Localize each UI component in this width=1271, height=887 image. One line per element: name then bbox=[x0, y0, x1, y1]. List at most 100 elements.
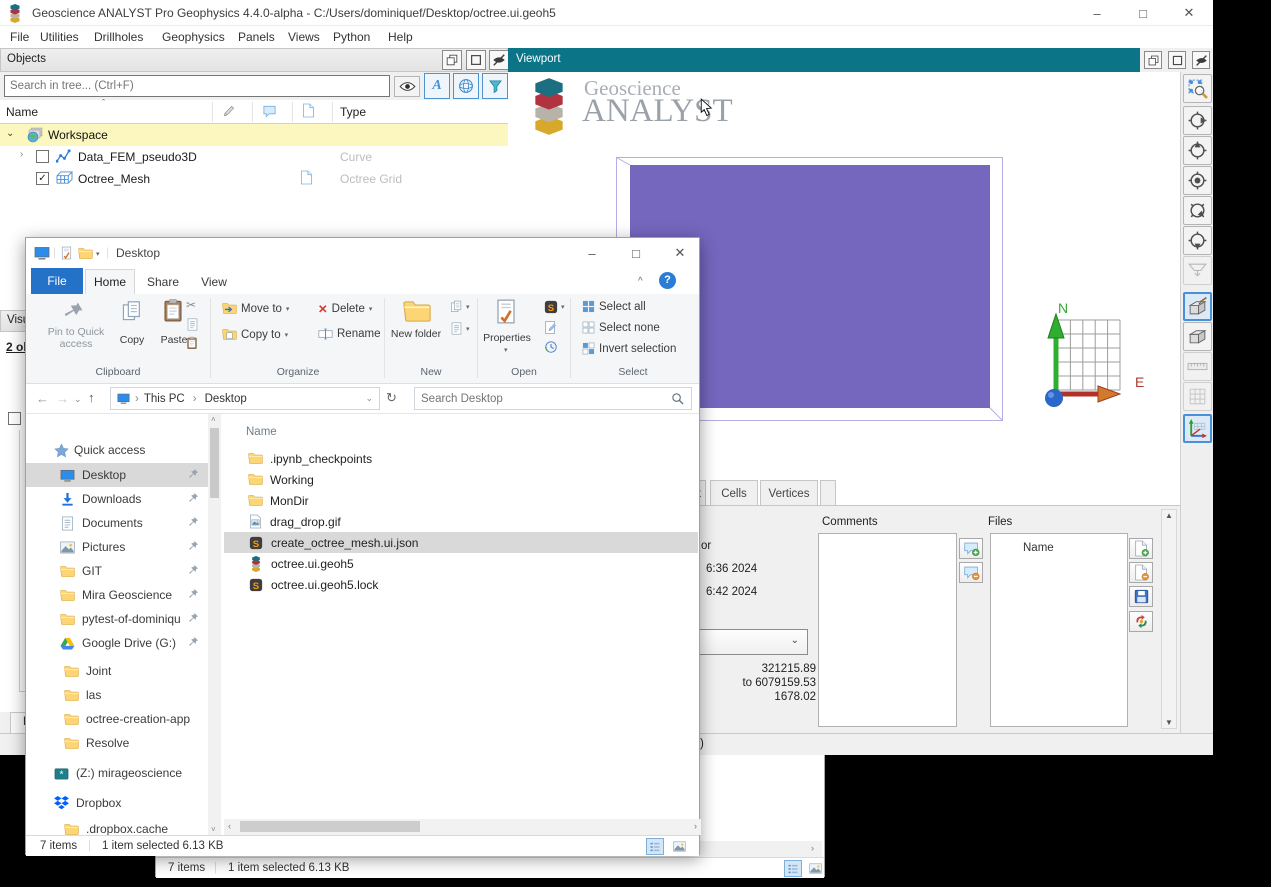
filter-button[interactable] bbox=[482, 73, 508, 99]
report-file-icon[interactable] bbox=[300, 170, 313, 185]
view-rotate-cw-button[interactable] bbox=[1183, 196, 1212, 225]
orthographic-view-button[interactable] bbox=[1183, 322, 1212, 351]
annotation-filter-button[interactable]: A bbox=[424, 73, 450, 99]
scroll-up-icon[interactable]: ▲ bbox=[1165, 511, 1173, 520]
remove-comment-button[interactable] bbox=[959, 562, 983, 583]
select-none-button[interactable]: Select none bbox=[582, 321, 660, 334]
remove-file-button[interactable] bbox=[1129, 562, 1153, 583]
app-close-button[interactable]: ✕ bbox=[1170, 0, 1208, 26]
slice-tool-button[interactable] bbox=[1183, 256, 1212, 285]
tree-item-label[interactable]: Data_FEM_pseudo3D bbox=[78, 150, 197, 164]
file-row-create-octree-mesh-selected[interactable]: create_octree_mesh.ui.json bbox=[224, 532, 698, 553]
sidebar-item-pictures[interactable]: Pictures bbox=[26, 535, 208, 559]
tree-column-header[interactable]: Name ˆ Type bbox=[0, 100, 508, 124]
new-folder-button[interactable]: New folder bbox=[388, 328, 444, 340]
comments-box[interactable] bbox=[818, 533, 957, 727]
file-row-octree-ui-geoh5-lock[interactable]: octree.ui.geoh5.lock bbox=[224, 574, 698, 595]
view-south-button[interactable] bbox=[1183, 226, 1212, 255]
dropdown-icon[interactable]: ▾ bbox=[466, 303, 470, 311]
visibility-toggle-button[interactable] bbox=[394, 76, 420, 97]
app-titlebar[interactable]: Geoscience ANALYST Pro Geophysics 4.4.0-… bbox=[0, 0, 1213, 26]
menu-views[interactable]: Views bbox=[288, 30, 320, 44]
quick-access-folder-icon[interactable] bbox=[78, 247, 93, 260]
scroll-right-icon[interactable]: › bbox=[811, 843, 814, 853]
sidebar-item-mira-geoscience[interactable]: Mira Geoscience bbox=[26, 583, 208, 607]
tab-view[interactable]: View bbox=[191, 269, 237, 294]
details-view-button[interactable] bbox=[646, 838, 664, 855]
hide-panel-button[interactable] bbox=[489, 50, 509, 70]
visibility-checkbox-checked[interactable]: ✓ bbox=[36, 172, 49, 185]
sidebar-item-documents[interactable]: Documents bbox=[26, 511, 208, 535]
menu-help[interactable]: Help bbox=[388, 30, 413, 44]
copy-path-icon[interactable] bbox=[186, 318, 199, 331]
chevron-down-icon[interactable]: ⌄ bbox=[6, 128, 14, 139]
visibility-checkbox-unchecked[interactable] bbox=[36, 150, 49, 163]
menu-geophysics[interactable]: Geophysics bbox=[162, 30, 225, 44]
sidebar-item-joint[interactable]: Joint bbox=[26, 659, 208, 683]
file-row-ipynb-checkpoints[interactable]: .ipynb_checkpoints bbox=[224, 448, 698, 469]
file-row-mondir[interactable]: MonDir bbox=[224, 490, 698, 511]
maximize-panel-button[interactable] bbox=[466, 50, 486, 70]
up-icon[interactable]: ↑ bbox=[88, 390, 95, 405]
edit-icon[interactable] bbox=[544, 320, 557, 335]
back-icon[interactable]: ← bbox=[36, 391, 49, 406]
file-list-name-header[interactable]: Name bbox=[246, 426, 277, 438]
select-all-button[interactable]: Select all bbox=[582, 300, 646, 313]
files-name-header[interactable]: Name bbox=[1023, 542, 1054, 554]
thumbnail-view-button[interactable] bbox=[806, 860, 824, 877]
add-comment-button[interactable] bbox=[959, 538, 983, 559]
file-row-octree-ui-geoh5[interactable]: octree.ui.geoh5 bbox=[224, 553, 698, 574]
tree-row-data-fem[interactable]: › Data_FEM_pseudo3D Curve bbox=[0, 146, 508, 168]
explorer-close-button[interactable]: ✕ bbox=[661, 238, 699, 268]
sidebar-item-resolve[interactable]: Resolve bbox=[26, 731, 208, 755]
menu-utilities[interactable]: Utilities bbox=[40, 30, 79, 44]
tab-home[interactable]: Home bbox=[85, 269, 135, 294]
tree-row-workspace[interactable]: ⌄ Workspace bbox=[0, 124, 508, 146]
copy-button[interactable]: Copy bbox=[108, 334, 156, 346]
float-panel-button[interactable] bbox=[442, 50, 462, 70]
measure-tool-button[interactable] bbox=[1183, 352, 1212, 381]
explorer-titlebar[interactable]: | ▾ | Desktop – □ ✕ bbox=[26, 238, 699, 268]
sidebar-item-downloads[interactable]: Downloads bbox=[26, 487, 208, 511]
viewport-hide-button[interactable] bbox=[1192, 51, 1210, 69]
export-file-button[interactable] bbox=[1129, 611, 1153, 632]
explorer-search-input[interactable] bbox=[421, 393, 661, 405]
properties-scrollbar[interactable]: ▲ ▼ bbox=[1161, 509, 1177, 729]
add-file-button[interactable] bbox=[1129, 538, 1153, 559]
sidebar-item-git[interactable]: GIT bbox=[26, 559, 208, 583]
search-box[interactable] bbox=[414, 387, 692, 410]
delete-button[interactable]: ✕ Delete▾ bbox=[318, 302, 372, 316]
file-row-working[interactable]: Working bbox=[224, 469, 698, 490]
app-minimize-button[interactable]: – bbox=[1078, 0, 1116, 26]
thumbnail-view-button[interactable] bbox=[670, 838, 688, 855]
refresh-icon[interactable]: ↻ bbox=[386, 390, 397, 406]
sidebar-item-dropbox[interactable]: Dropbox bbox=[26, 791, 208, 815]
tab-stub[interactable] bbox=[820, 480, 836, 506]
menu-drillholes[interactable]: Drillholes bbox=[94, 30, 143, 44]
crumb-desktop[interactable]: Desktop bbox=[205, 393, 247, 405]
tree-row-octree-mesh[interactable]: ✓ Octree_Mesh Octree Grid bbox=[0, 168, 508, 190]
perspective-view-button[interactable] bbox=[1183, 292, 1212, 321]
breadcrumb[interactable]: › This PC › Desktop ⌄ bbox=[110, 387, 380, 410]
copy-to-button[interactable]: Copy to▾ bbox=[222, 328, 288, 341]
dropdown-icon[interactable]: ▾ bbox=[504, 346, 508, 354]
left-panel-checkbox[interactable] bbox=[8, 412, 21, 425]
quick-access-dropdown-icon[interactable]: ▾ bbox=[96, 250, 100, 258]
scroll-up-icon[interactable]: ˄ bbox=[211, 415, 216, 424]
axes-toggle-button[interactable] bbox=[1183, 414, 1212, 443]
menu-python[interactable]: Python bbox=[333, 30, 370, 44]
mesh-filter-button[interactable] bbox=[453, 73, 479, 99]
view-east-button[interactable] bbox=[1183, 106, 1212, 135]
paste-shortcut-icon[interactable] bbox=[186, 336, 198, 350]
forward-icon[interactable]: → bbox=[56, 391, 69, 406]
search-input[interactable] bbox=[4, 75, 390, 97]
quick-access-properties-icon[interactable] bbox=[60, 246, 73, 260]
scroll-left-icon[interactable]: ‹ bbox=[228, 821, 231, 831]
app-maximize-button[interactable]: □ bbox=[1124, 0, 1162, 26]
properties-button[interactable]: Properties bbox=[476, 332, 538, 344]
scrollbar-thumb[interactable] bbox=[240, 821, 420, 832]
file-row-drag-drop-gif[interactable]: drag_drop.gif bbox=[224, 511, 698, 532]
explorer-minimize-button[interactable]: – bbox=[572, 238, 612, 268]
scroll-right-icon[interactable]: › bbox=[694, 821, 697, 831]
sidebar-item-quick-access[interactable]: Quick access bbox=[26, 438, 208, 462]
